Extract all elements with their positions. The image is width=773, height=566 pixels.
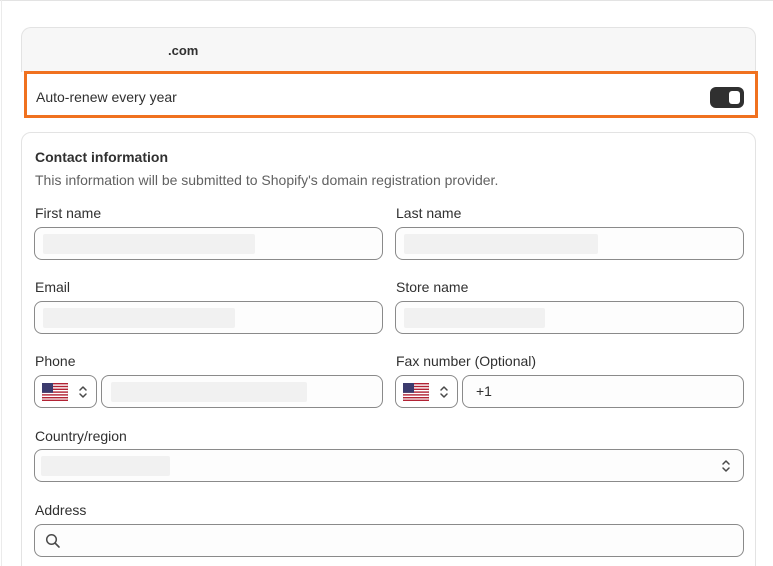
auto-renew-row[interactable]: Auto-renew every year	[24, 71, 758, 118]
redacted-value	[41, 456, 170, 476]
auto-renew-toggle[interactable]	[710, 87, 744, 108]
chevron-up-down-icon	[79, 386, 87, 398]
redacted-value	[43, 234, 255, 254]
phone-label: Phone	[35, 353, 76, 369]
redacted-value	[111, 382, 307, 402]
last-name-label: Last name	[396, 205, 462, 221]
us-flag-icon	[42, 383, 68, 401]
left-divider	[1, 0, 2, 566]
fax-label: Fax number (Optional)	[396, 353, 537, 369]
address-label: Address	[35, 502, 87, 518]
first-name-field[interactable]	[34, 227, 383, 260]
country-select[interactable]	[34, 449, 744, 482]
country-label: Country/region	[35, 428, 127, 444]
section-subtitle: This information will be submitted to Sh…	[35, 172, 499, 188]
toggle-knob	[729, 91, 740, 104]
fax-field[interactable]: +1	[462, 375, 744, 408]
store-name-label: Store name	[396, 279, 469, 295]
address-search-input[interactable]	[34, 524, 744, 557]
contact-information-card: Contact information This information wil…	[21, 132, 756, 566]
store-name-field[interactable]	[395, 301, 744, 334]
email-field[interactable]	[34, 301, 383, 334]
redacted-value	[43, 308, 235, 328]
redacted-value	[404, 308, 545, 328]
top-divider	[0, 0, 773, 1]
redacted-value	[404, 234, 598, 254]
first-name-label: First name	[35, 205, 102, 221]
us-flag-icon	[403, 383, 429, 401]
last-name-field[interactable]	[395, 227, 744, 260]
domain-card: .com	[21, 27, 756, 72]
phone-country-select[interactable]	[34, 375, 97, 408]
chevron-up-down-icon	[722, 460, 730, 472]
email-label: Email	[35, 279, 71, 295]
section-title: Contact information	[35, 149, 168, 165]
domain-name: .com	[168, 43, 199, 58]
search-icon	[45, 533, 60, 548]
phone-field[interactable]	[101, 375, 383, 408]
chevron-up-down-icon	[440, 386, 448, 398]
fax-country-select[interactable]	[395, 375, 458, 408]
auto-renew-label: Auto-renew every year	[36, 89, 177, 105]
fax-prefix: +1	[476, 383, 492, 399]
